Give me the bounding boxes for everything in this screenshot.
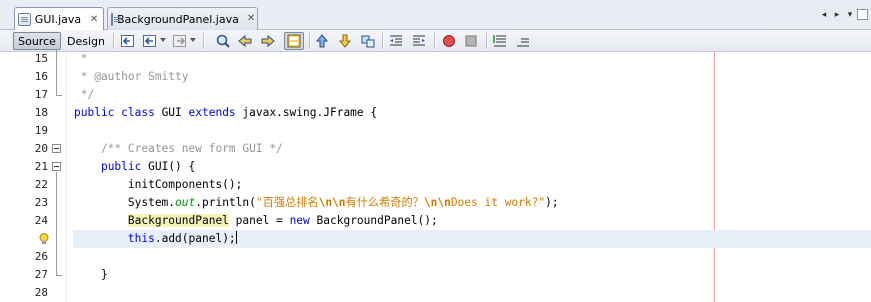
java-file-icon bbox=[18, 13, 31, 26]
uncomment-icon[interactable] bbox=[515, 33, 531, 49]
editor-tab-strip: GUI.java ✕ BackgroundPanel.java ✕ ◂ ▸ ▾ bbox=[0, 0, 871, 31]
fold-collapse-icon[interactable] bbox=[52, 162, 61, 171]
code-line[interactable] bbox=[0, 284, 871, 302]
stop-macro-icon[interactable] bbox=[463, 33, 479, 49]
next-bookmark-icon[interactable] bbox=[360, 33, 376, 49]
toggle-bookmark-icon[interactable] bbox=[314, 33, 330, 49]
code-text: */ bbox=[74, 88, 95, 101]
code-text: } bbox=[74, 268, 108, 281]
record-macro-icon[interactable] bbox=[441, 33, 457, 49]
line-number: 19 bbox=[34, 124, 48, 137]
java-file-icon bbox=[111, 12, 121, 26]
code-text: public class GUI extends javax.swing.JFr… bbox=[74, 106, 378, 119]
fold-guide-end bbox=[56, 275, 62, 276]
close-icon[interactable]: ✕ bbox=[89, 14, 99, 25]
code-text: public GUI() { bbox=[100, 160, 196, 173]
find-next-icon[interactable] bbox=[260, 33, 276, 49]
line-number: 27 bbox=[34, 268, 48, 281]
code-line[interactable] bbox=[0, 86, 871, 104]
code-line[interactable] bbox=[0, 50, 871, 68]
find-icon[interactable] bbox=[215, 33, 231, 49]
forward-icon[interactable] bbox=[172, 33, 188, 49]
close-icon[interactable]: ✕ bbox=[247, 14, 255, 24]
fold-collapse-icon[interactable] bbox=[52, 144, 61, 153]
toggle-highlight-icon[interactable] bbox=[284, 32, 304, 50]
design-button[interactable]: Design bbox=[65, 32, 107, 50]
shift-left-icon[interactable] bbox=[388, 33, 404, 49]
line-number: 20 bbox=[34, 142, 48, 155]
chevron-down-icon[interactable]: ▾ bbox=[844, 9, 856, 21]
line-number: 22 bbox=[34, 178, 48, 191]
tab-label: BackgroundPanel.java bbox=[117, 12, 239, 26]
comment-icon[interactable] bbox=[492, 33, 508, 49]
fold-guide bbox=[56, 50, 57, 95]
code-line[interactable] bbox=[0, 266, 871, 284]
line-number: 17 bbox=[34, 88, 48, 101]
maximize-icon[interactable] bbox=[857, 9, 868, 20]
line-number: 28 bbox=[34, 286, 48, 299]
code-text: * @author Smitty bbox=[74, 70, 189, 83]
code-line[interactable] bbox=[0, 248, 871, 266]
fold-guide-end bbox=[56, 95, 62, 96]
editor-toolbar: Source Design bbox=[0, 30, 871, 52]
line-number: 16 bbox=[34, 70, 48, 83]
code-text: this.add(panel); bbox=[127, 231, 237, 245]
previous-bookmark-icon[interactable] bbox=[337, 33, 353, 49]
code-line[interactable] bbox=[0, 122, 871, 140]
scroll-left-icon[interactable]: ◂ bbox=[818, 9, 830, 21]
code-text: * bbox=[74, 52, 88, 65]
shift-right-icon[interactable] bbox=[411, 33, 427, 49]
fold-guide bbox=[56, 172, 57, 276]
source-button[interactable]: Source bbox=[13, 32, 61, 50]
code-text: /** Creates new form GUI */ bbox=[74, 142, 283, 155]
back-icon[interactable] bbox=[142, 33, 158, 49]
code-text: BackgroundPanel panel = new BackgroundPa… bbox=[127, 214, 438, 227]
tab-gui-java[interactable]: GUI.java ✕ bbox=[14, 7, 104, 31]
line-number: 23 bbox=[34, 196, 48, 209]
tab-backgroundpanel-java[interactable]: BackgroundPanel.java ✕ bbox=[107, 7, 258, 30]
code-text: initComponents(); bbox=[74, 178, 243, 191]
code-text: System.out.println("百强总排名\n\n有什么希奇的？\n\n… bbox=[74, 196, 559, 209]
line-number: 21 bbox=[34, 160, 48, 173]
line-number: 26 bbox=[34, 250, 48, 263]
find-previous-icon[interactable] bbox=[237, 33, 253, 49]
hint-lightbulb-icon[interactable] bbox=[39, 233, 49, 245]
last-edit-icon[interactable] bbox=[120, 33, 136, 49]
line-number: 15 bbox=[34, 52, 48, 65]
tab-label: GUI.java bbox=[34, 13, 82, 26]
scroll-right-icon[interactable]: ▸ bbox=[831, 9, 843, 21]
line-number: 18 bbox=[34, 106, 48, 119]
line-number: 24 bbox=[34, 214, 48, 227]
text-caret bbox=[235, 231, 237, 244]
